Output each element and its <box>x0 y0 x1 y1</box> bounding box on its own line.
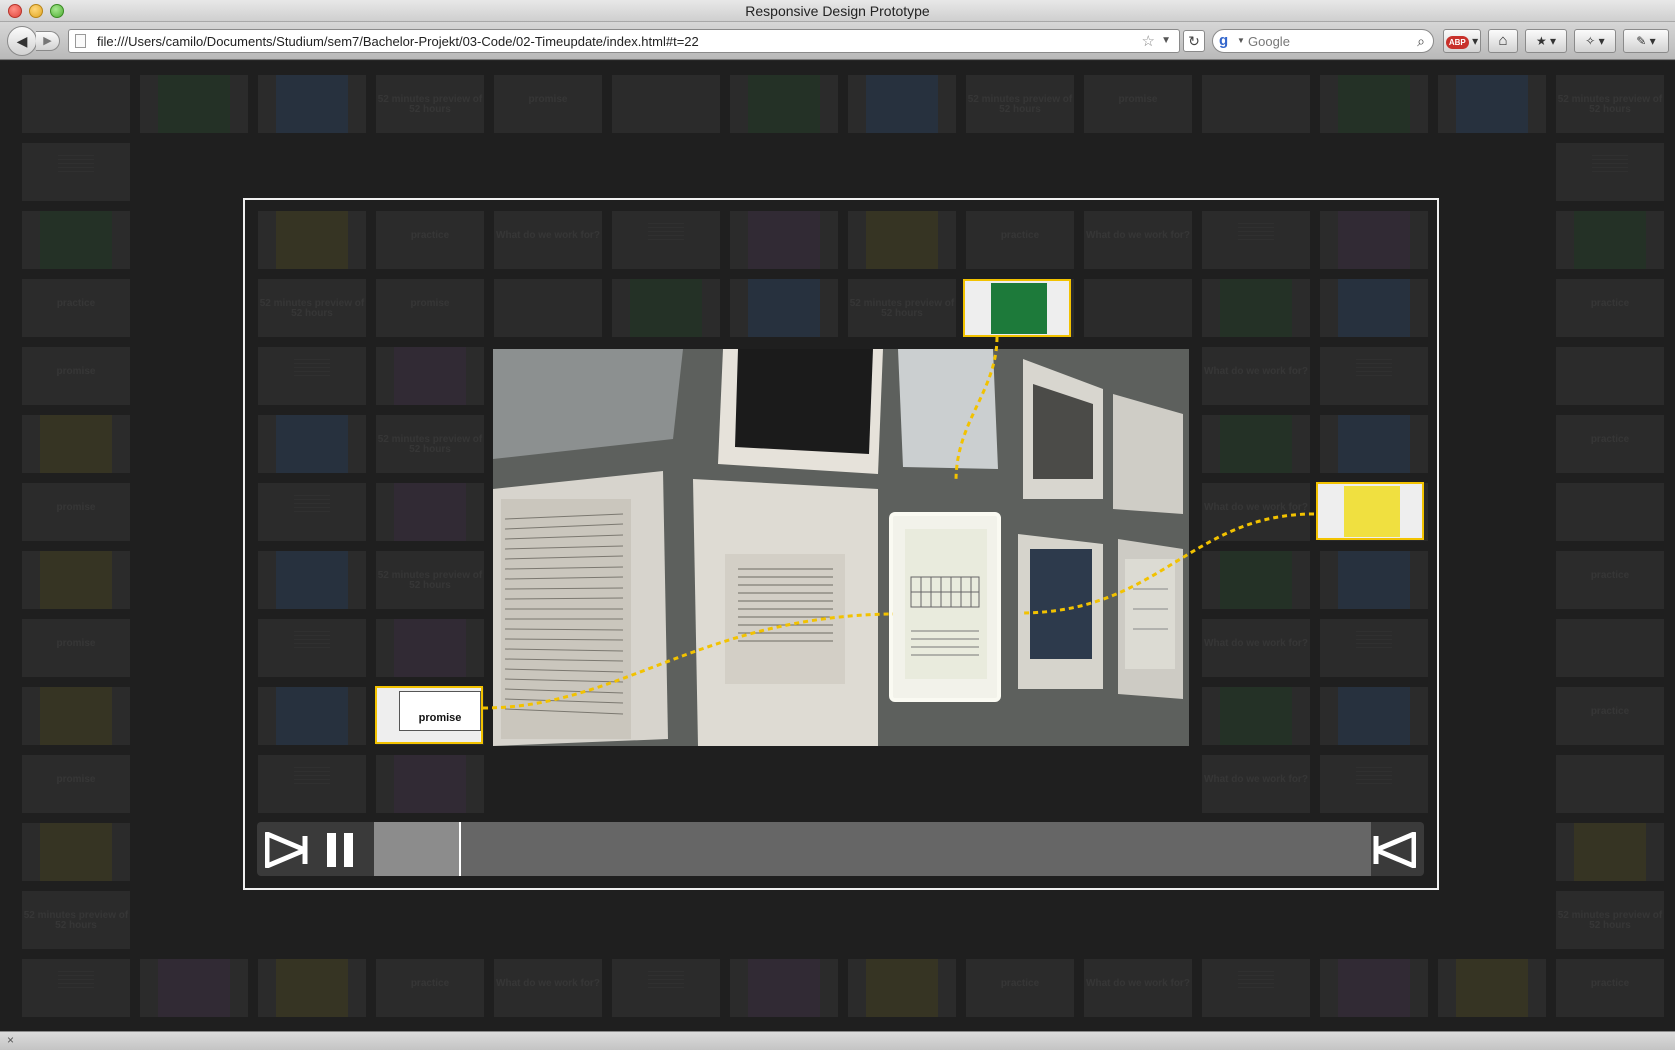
home-button[interactable]: ⌂ <box>1488 29 1518 53</box>
adblock-button[interactable]: ABP ▾ <box>1443 29 1481 53</box>
address-bar[interactable]: file:///Users/camilo/Documents/Studium/s… <box>68 29 1180 53</box>
playhead[interactable] <box>458 822 461 876</box>
close-icon[interactable]: × <box>7 1033 14 1047</box>
adblock-icon: ABP <box>1445 36 1469 49</box>
search-field[interactable]: g ▼ Google ⌕ <box>1212 29 1434 53</box>
history-dropdown-icon[interactable]: ▼ <box>1161 35 1171 46</box>
pause-icon <box>327 833 336 867</box>
pause-icon <box>344 833 353 867</box>
progress-fill <box>374 822 459 876</box>
yellow-card <box>1344 486 1400 537</box>
next-cut-button[interactable] <box>1372 832 1416 868</box>
bookmarks-button[interactable]: ★ ▾ <box>1525 29 1567 53</box>
tools-button[interactable]: ✎ ▾ <box>1623 29 1669 53</box>
highlighted-thumbnail-top[interactable] <box>963 279 1071 337</box>
video-frame[interactable] <box>493 349 1189 746</box>
bookmarks-icon: ★ <box>1535 34 1547 48</box>
pause-button[interactable] <box>327 833 357 867</box>
bookmark-star-icon[interactable]: ☆ <box>1142 32 1155 50</box>
reload-icon: ↻ <box>1188 33 1200 49</box>
reload-button[interactable]: ↻ <box>1183 30 1205 52</box>
window-titlebar: Responsive Design Prototype <box>0 0 1675 22</box>
player-controls <box>257 822 1424 876</box>
address-text[interactable]: file:///Users/camilo/Documents/Studium/s… <box>97 34 699 49</box>
back-button[interactable]: ◀ <box>7 26 37 56</box>
promise-card: promise <box>399 691 481 731</box>
highlighted-thumbnail-right[interactable] <box>1316 482 1424 540</box>
window-title: Responsive Design Prototype <box>745 3 930 19</box>
search-icon[interactable]: ⌕ <box>1417 33 1425 50</box>
search-engine-dropdown-icon[interactable]: ▼ <box>1237 36 1245 45</box>
progress-bar[interactable] <box>374 822 1371 876</box>
wrench-icon: ✎ <box>1636 34 1647 48</box>
highlighted-thumbnail-left[interactable]: promise <box>375 686 483 744</box>
video-image <box>493 349 1189 746</box>
back-arrow-icon: ◀ <box>16 33 28 49</box>
addon-button[interactable]: ✧ ▾ <box>1574 29 1616 53</box>
page-icon <box>75 34 86 48</box>
search-placeholder: Google <box>1248 34 1290 49</box>
page-content: 52 minutes preview of 52 hours promise 52 … <box>0 61 1675 1031</box>
previous-cut-button[interactable] <box>265 832 309 868</box>
browser-toolbar: ◀ ▶ file:///Users/camilo/Documents/Studi… <box>0 22 1675 60</box>
home-icon: ⌂ <box>1498 32 1508 49</box>
forward-arrow-icon: ▶ <box>43 35 52 47</box>
scissors-next-icon <box>1373 832 1416 868</box>
puzzle-icon: ✧ <box>1585 34 1596 48</box>
scissors-prev-icon <box>265 832 308 868</box>
google-icon: g <box>1219 32 1229 49</box>
green-card <box>991 283 1047 334</box>
forward-button[interactable]: ▶ <box>36 31 60 51</box>
promise-label: promise <box>418 712 462 724</box>
browser-statusbar: × <box>0 1031 1675 1050</box>
